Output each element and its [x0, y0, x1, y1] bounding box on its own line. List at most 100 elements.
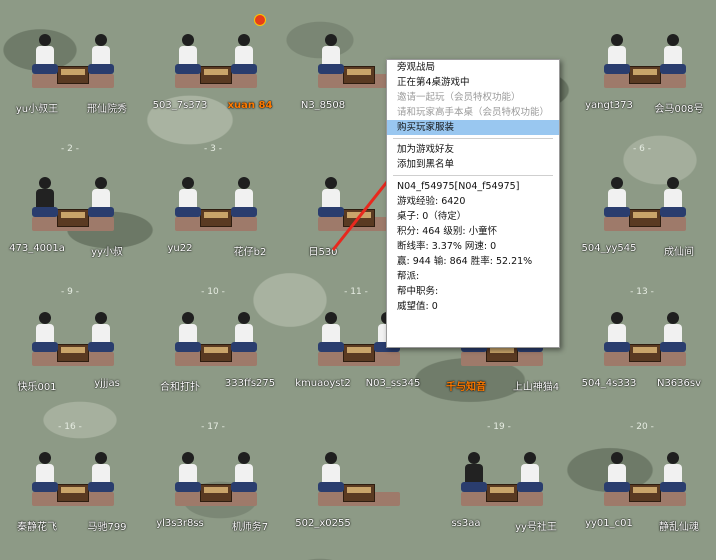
game-table[interactable]: 秦静花飞 马驰799 — [0, 440, 143, 560]
player-name[interactable]: yjjjas — [72, 378, 142, 389]
room-flag-icon[interactable] — [254, 14, 266, 26]
chess-board-icon[interactable] — [343, 66, 375, 84]
player-name[interactable]: yangt373 — [574, 100, 644, 111]
player-name[interactable]: N3_8508 — [288, 100, 358, 111]
seated-player-icon[interactable] — [231, 312, 257, 356]
player-name[interactable]: 成仙间 — [644, 243, 714, 258]
player-name[interactable]: yy小叔 — [72, 243, 142, 258]
menu-item[interactable]: 购买玩家服装 — [387, 120, 559, 135]
player-name[interactable]: yu22 — [145, 243, 215, 254]
chess-board-icon[interactable] — [629, 209, 661, 227]
seated-player-icon[interactable] — [318, 177, 344, 221]
chess-board-icon[interactable] — [57, 209, 89, 227]
table-scene[interactable] — [310, 444, 406, 514]
seated-player-icon[interactable] — [32, 452, 58, 496]
seated-player-icon[interactable] — [175, 177, 201, 221]
table-scene[interactable] — [24, 444, 120, 514]
seated-player-icon[interactable] — [318, 312, 344, 356]
player-name[interactable]: 秦静花飞 — [2, 518, 72, 533]
seated-player-icon[interactable] — [175, 312, 201, 356]
player-name[interactable]: 504_yy545 — [574, 243, 644, 254]
player-name[interactable]: 504_4s333 — [574, 378, 644, 389]
chess-board-icon[interactable] — [343, 209, 375, 227]
game-table[interactable]: 503_7s373 xuan 84 - 3 - — [143, 22, 286, 154]
chess-board-icon[interactable] — [57, 344, 89, 362]
player-name[interactable]: 马驰799 — [72, 518, 142, 533]
menu-item[interactable]: 旁观战局 — [387, 60, 559, 75]
game-table[interactable]: ss3aa yy号社王 — [429, 440, 572, 560]
player-name[interactable]: 会马008号 — [644, 100, 714, 115]
seated-player-icon[interactable] — [175, 452, 201, 496]
player-name[interactable]: ss3aa — [431, 518, 501, 529]
player-name[interactable]: 上山神猫4 — [501, 378, 571, 393]
table-scene[interactable] — [24, 169, 120, 239]
table-scene[interactable] — [596, 169, 692, 239]
seated-player-icon[interactable] — [231, 452, 257, 496]
game-table[interactable]: yy01_c01 静乱仙魂 — [572, 440, 715, 560]
game-table[interactable]: 502_x0255 — [286, 440, 429, 560]
player-name[interactable]: 邢仙院秀 — [72, 100, 142, 115]
chess-board-icon[interactable] — [57, 484, 89, 502]
chess-board-icon[interactable] — [343, 484, 375, 502]
player-name[interactable]: kmuaoyst2 — [288, 378, 358, 389]
seated-player-icon[interactable] — [88, 312, 114, 356]
menu-item[interactable]: 添加到黑名单 — [387, 157, 559, 172]
player-name[interactable]: 日530 — [288, 243, 358, 258]
seated-player-icon[interactable] — [660, 34, 686, 78]
table-scene[interactable] — [453, 444, 549, 514]
seated-player-icon[interactable] — [175, 34, 201, 78]
game-table[interactable]: 504_4s333 N3636sv - 20 - — [572, 300, 715, 432]
seated-player-icon[interactable] — [32, 34, 58, 78]
player-name[interactable]: 502_x0255 — [288, 518, 358, 529]
menu-item[interactable]: 正在第4桌游戏中 — [387, 75, 559, 90]
chess-board-icon[interactable] — [629, 484, 661, 502]
game-table[interactable]: 快乐001 yjjjas - 16 - — [0, 300, 143, 432]
table-scene[interactable] — [24, 26, 120, 96]
player-name[interactable]: 机师务7 — [215, 518, 285, 533]
game-table[interactable]: yangt373 会马008号 - 6 - — [572, 22, 715, 154]
chess-board-icon[interactable] — [200, 66, 232, 84]
player-name[interactable]: 合和打扑 — [145, 378, 215, 393]
seated-player-icon[interactable] — [88, 177, 114, 221]
table-scene[interactable] — [167, 304, 263, 374]
seated-player-icon[interactable] — [318, 34, 344, 78]
player-name[interactable]: 静乱仙魂 — [644, 518, 714, 533]
seated-player-icon[interactable] — [660, 177, 686, 221]
player-name[interactable]: xuan 84 — [215, 100, 285, 111]
seated-player-icon[interactable] — [88, 452, 114, 496]
seated-player-icon[interactable] — [32, 177, 58, 221]
chess-board-icon[interactable] — [200, 484, 232, 502]
player-name[interactable]: 千与知音 — [431, 378, 501, 393]
player-name[interactable]: N3636sv — [644, 378, 714, 389]
seated-player-icon[interactable] — [318, 452, 344, 496]
seated-player-icon[interactable] — [604, 452, 630, 496]
player-name[interactable]: yy号社王 — [501, 518, 571, 533]
seated-player-icon[interactable] — [88, 34, 114, 78]
game-table[interactable]: yl3s3r8ss 机师务7 — [143, 440, 286, 560]
menu-item[interactable]: 加为游戏好友 — [387, 142, 559, 157]
player-name[interactable]: 333ffs275 — [215, 378, 285, 389]
player-name[interactable]: 花仔b2 — [215, 243, 285, 258]
player-name[interactable]: N03_ss345 — [358, 378, 428, 389]
game-table[interactable]: 合和打扑 333ffs275 - 17 - — [143, 300, 286, 432]
chess-board-icon[interactable] — [200, 209, 232, 227]
game-table[interactable]: 504_yy545 成仙间 - 13 - — [572, 165, 715, 297]
seated-player-icon[interactable] — [32, 312, 58, 356]
seated-player-icon[interactable] — [231, 34, 257, 78]
seated-player-icon[interactable] — [660, 452, 686, 496]
chess-board-icon[interactable] — [343, 344, 375, 362]
table-scene[interactable] — [596, 26, 692, 96]
seated-player-icon[interactable] — [660, 312, 686, 356]
table-scene[interactable] — [24, 304, 120, 374]
player-name[interactable]: 473_4001a — [2, 243, 72, 254]
player-name[interactable]: 503_7s373 — [145, 100, 215, 111]
table-scene[interactable] — [167, 169, 263, 239]
seated-player-icon[interactable] — [604, 34, 630, 78]
player-name[interactable]: 快乐001 — [2, 378, 72, 393]
player-name[interactable]: yl3s3r8ss — [145, 518, 215, 529]
table-scene[interactable] — [596, 444, 692, 514]
seated-player-icon[interactable] — [231, 177, 257, 221]
seated-player-icon[interactable] — [461, 452, 487, 496]
table-scene[interactable] — [167, 444, 263, 514]
chess-board-icon[interactable] — [486, 484, 518, 502]
